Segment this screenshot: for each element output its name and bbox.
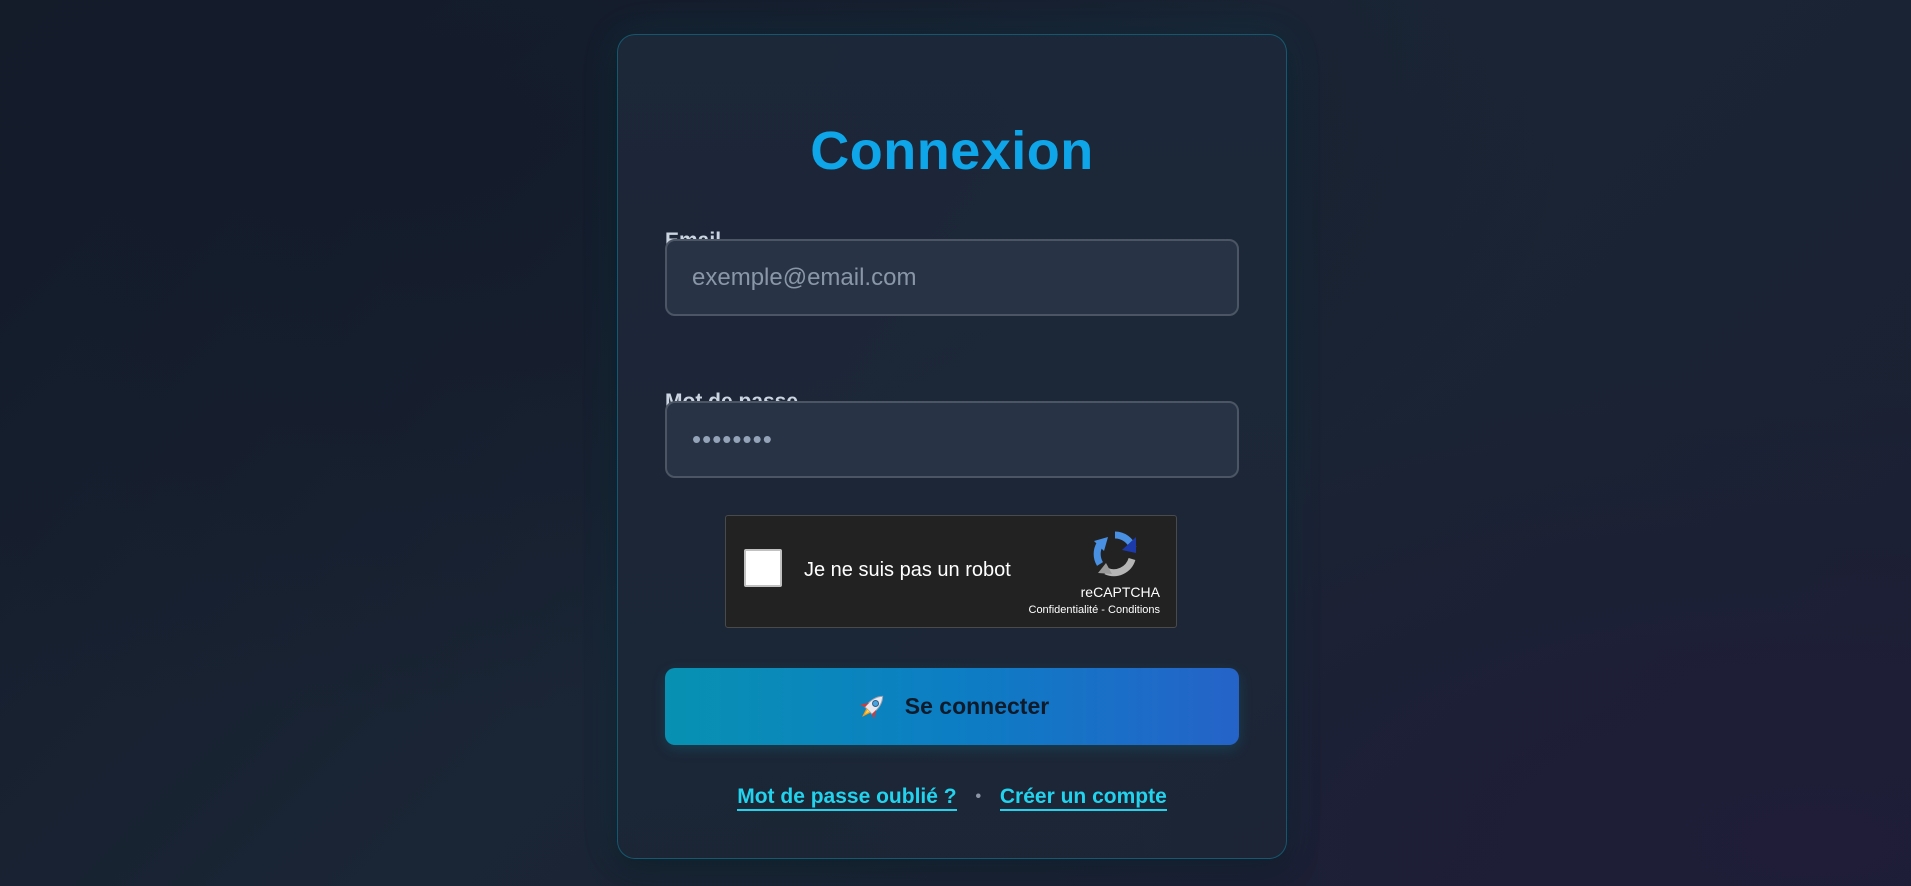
login-button-label: Se connecter	[904, 693, 1050, 719]
recaptcha-checkbox[interactable]	[744, 549, 782, 587]
login-button-content: Se connecter	[671, 690, 1233, 724]
email-field[interactable]	[665, 239, 1239, 316]
create-account-link[interactable]: Créer un compte	[999, 785, 1167, 811]
login-button[interactable]: Se connecter	[665, 668, 1239, 745]
forgot-password-link[interactable]: Mot de passe oublié ?	[737, 785, 957, 811]
recaptcha-terms-separator: -	[1101, 604, 1105, 616]
password-field[interactable]	[665, 401, 1239, 478]
recaptcha-terms: Confidentialité - Conditions	[1029, 604, 1161, 616]
recaptcha-widget: Je ne suis pas un robot reCAPTCHA Confid…	[725, 515, 1177, 628]
recaptcha-terms-link[interactable]: Conditions	[1108, 604, 1160, 616]
recaptcha-label: Je ne suis pas un robot	[804, 559, 1011, 581]
login-card: Connexion Email Mot de passe Je ne suis …	[617, 34, 1287, 859]
recaptcha-brand: reCAPTCHA	[1080, 584, 1160, 600]
footer-separator: •	[975, 788, 982, 805]
rocket-icon	[859, 695, 883, 719]
footer-links: Mot de passe oublié ? • Créer un compte	[618, 785, 1286, 811]
page-title: Connexion	[810, 121, 1094, 181]
recaptcha-privacy-link[interactable]: Confidentialité	[1029, 604, 1099, 616]
recaptcha-logo-icon	[1093, 531, 1137, 577]
